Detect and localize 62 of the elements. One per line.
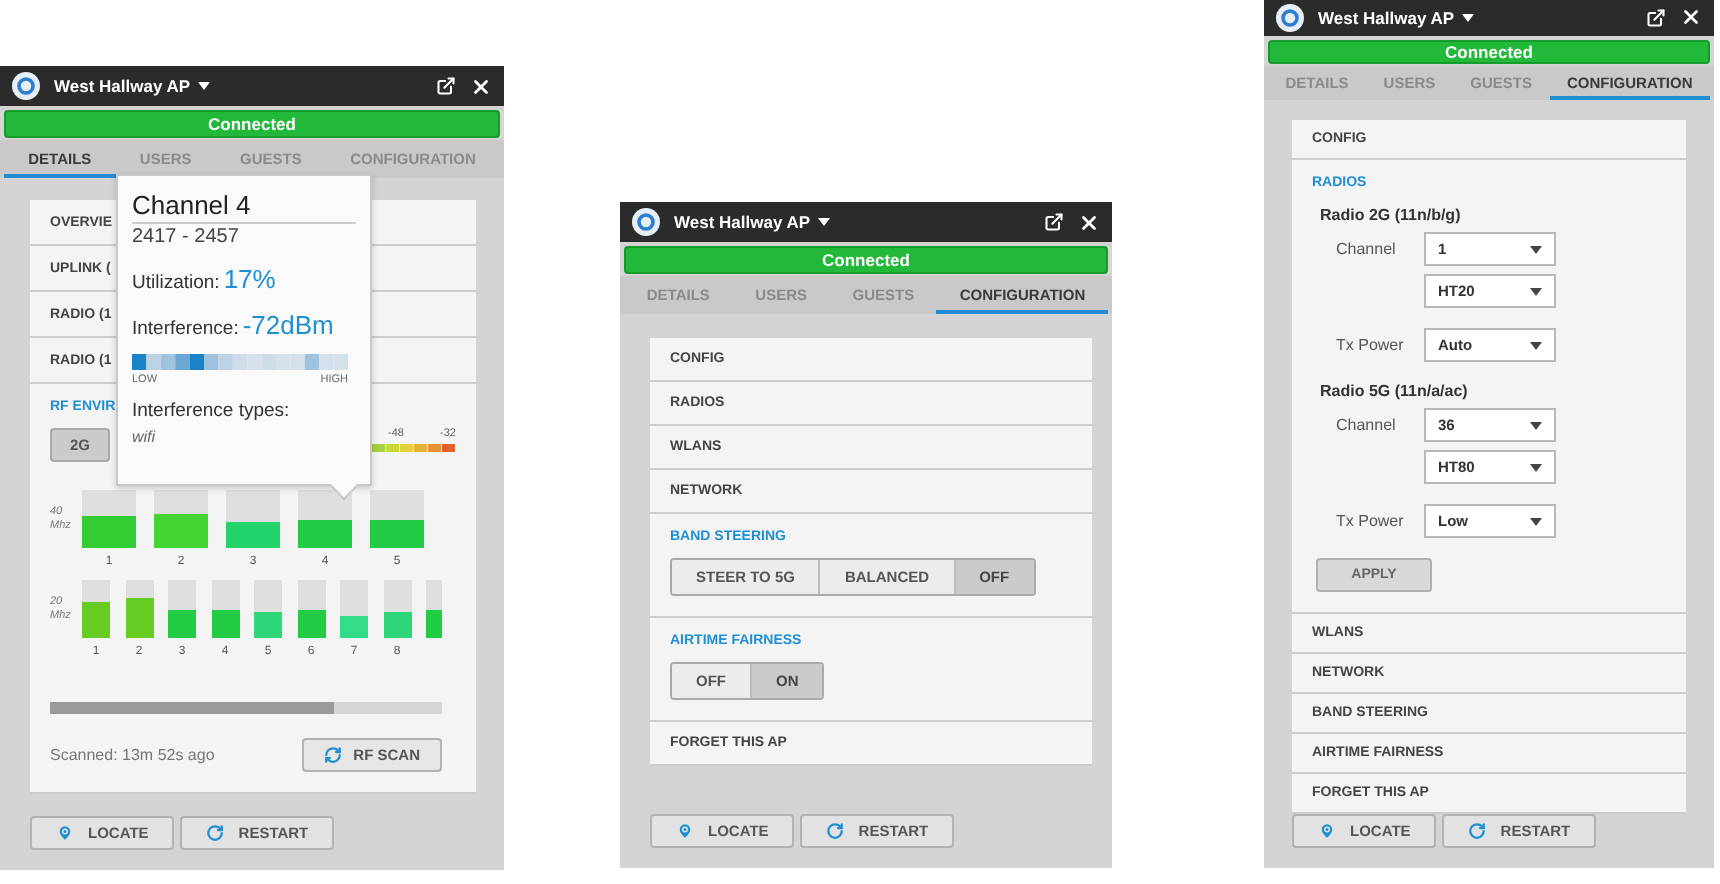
frequency-range: 2417 - 2457: [132, 226, 239, 248]
rotate-icon: [826, 822, 845, 840]
radio-name: Radio 5G (11n/a/ac): [1320, 382, 1468, 400]
interference-value: -72dBm: [242, 310, 334, 340]
scrollbar-track[interactable]: [50, 702, 442, 714]
channel-bar[interactable]: [370, 490, 424, 548]
channel-bar[interactable]: [298, 490, 352, 548]
interference-types-label: Interference types:: [132, 400, 290, 422]
field-label: Tx Power: [1334, 336, 1406, 354]
channel-bar[interactable]: [82, 490, 136, 548]
channel-bar[interactable]: [168, 580, 196, 638]
connection-status: Connected: [624, 246, 1108, 274]
popout-button[interactable]: [1646, 7, 1666, 28]
logo-icon: [1276, 3, 1304, 32]
device-title[interactable]: West Hallway AP: [54, 76, 211, 96]
channel-bar[interactable]: [226, 490, 280, 548]
close-button[interactable]: [1680, 6, 1702, 29]
channel-bar[interactable]: [340, 580, 368, 638]
caret-icon: [1530, 287, 1542, 295]
caret-icon: [1530, 517, 1542, 525]
rotate-icon: [206, 824, 225, 842]
logo-icon: [632, 208, 660, 236]
caret-icon: [1530, 421, 1542, 429]
map-pin-icon: [1318, 822, 1336, 840]
channel-bar[interactable]: [254, 580, 282, 638]
close-button[interactable]: [470, 75, 492, 97]
field-label: Channel: [1334, 240, 1398, 258]
dropdown-caret-icon: [1462, 13, 1475, 22]
utilization-value: 17%: [223, 264, 276, 294]
tooltip-title: Channel 4: [132, 190, 356, 224]
field-label: Channel: [1334, 416, 1398, 434]
channel-bar[interactable]: [154, 490, 208, 548]
logo-icon: [12, 72, 40, 100]
channel-bar[interactable]: [211, 580, 239, 638]
scrollbar-thumb[interactable]: [50, 702, 334, 714]
dropdown-caret-icon: [198, 82, 211, 90]
map-pin-icon: [676, 822, 694, 840]
signal-scale-drawing: [372, 444, 456, 452]
caret-icon: [1530, 341, 1542, 349]
scan-time: Scanned: 13m 52s ago: [50, 746, 215, 764]
channel-bar[interactable]: [125, 580, 153, 638]
field-label: Tx Power: [1334, 512, 1406, 530]
connection-status: Connected: [4, 110, 500, 138]
channel-bar[interactable]: [383, 580, 411, 638]
utilization-label: Utilization:: [132, 272, 220, 294]
channel-bar[interactable]: [82, 580, 110, 638]
interference-label: Interference:: [132, 318, 239, 340]
radio-name: Radio 2G (11n/b/g): [1320, 206, 1461, 224]
rotate-icon: [1468, 822, 1487, 840]
dropdown-caret-icon: [818, 218, 831, 226]
popout-button[interactable]: [436, 76, 456, 96]
popout-button[interactable]: [1044, 212, 1064, 232]
close-button[interactable]: [1078, 211, 1100, 233]
caret-icon: [1530, 463, 1542, 471]
connection-status: Connected: [1268, 39, 1710, 65]
map-pin-icon: [56, 824, 74, 842]
interference-types-value: wifi: [132, 428, 156, 446]
refresh-icon: [323, 746, 342, 764]
device-title[interactable]: West Hallway AP: [674, 212, 831, 232]
channel-bar[interactable]: [297, 580, 325, 638]
device-title[interactable]: West Hallway AP: [1318, 7, 1475, 28]
caret-icon: [1530, 245, 1542, 253]
